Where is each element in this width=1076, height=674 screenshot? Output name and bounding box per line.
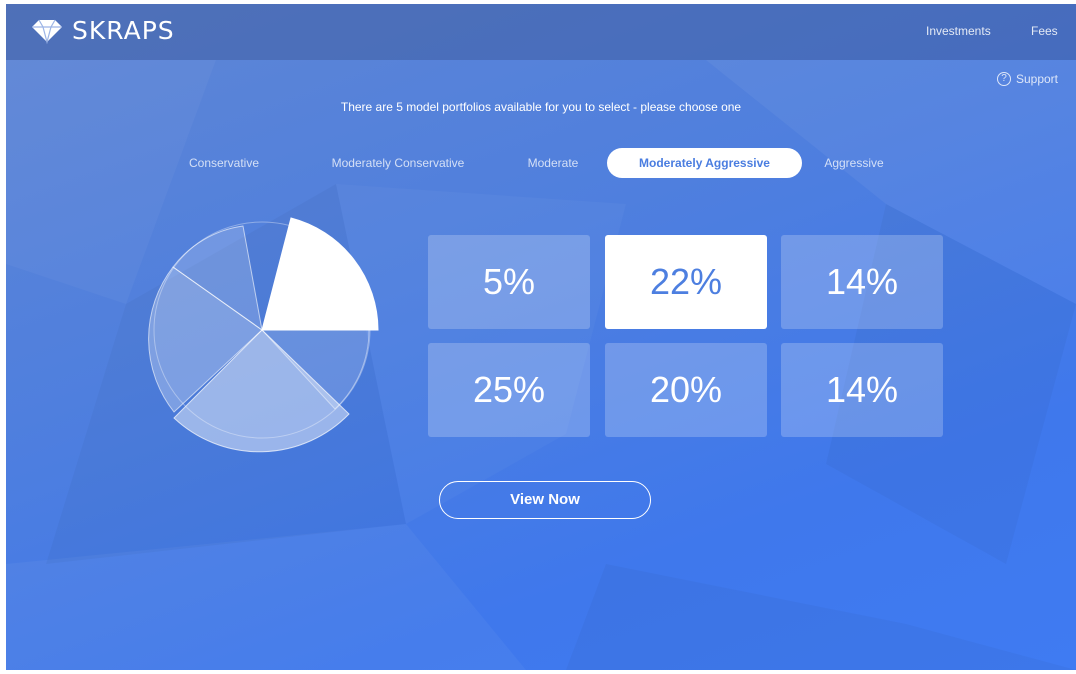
- allocation-tile-1[interactable]: 5%: [428, 235, 590, 329]
- allocation-tile-4[interactable]: 25%: [428, 343, 590, 437]
- allocation-tile-3[interactable]: 14%: [781, 235, 943, 329]
- allocation-tile-5[interactable]: 20%: [605, 343, 767, 437]
- allocation-tile-2[interactable]: 22%: [605, 235, 767, 329]
- allocation-pie-chart: [148, 217, 379, 453]
- view-now-button[interactable]: View Now: [439, 481, 651, 519]
- pie-slice-selected[interactable]: [261, 217, 379, 331]
- allocation-tile-6[interactable]: 14%: [781, 343, 943, 437]
- app-frame: SKRAPS Investments Fees ? Support There …: [6, 4, 1076, 670]
